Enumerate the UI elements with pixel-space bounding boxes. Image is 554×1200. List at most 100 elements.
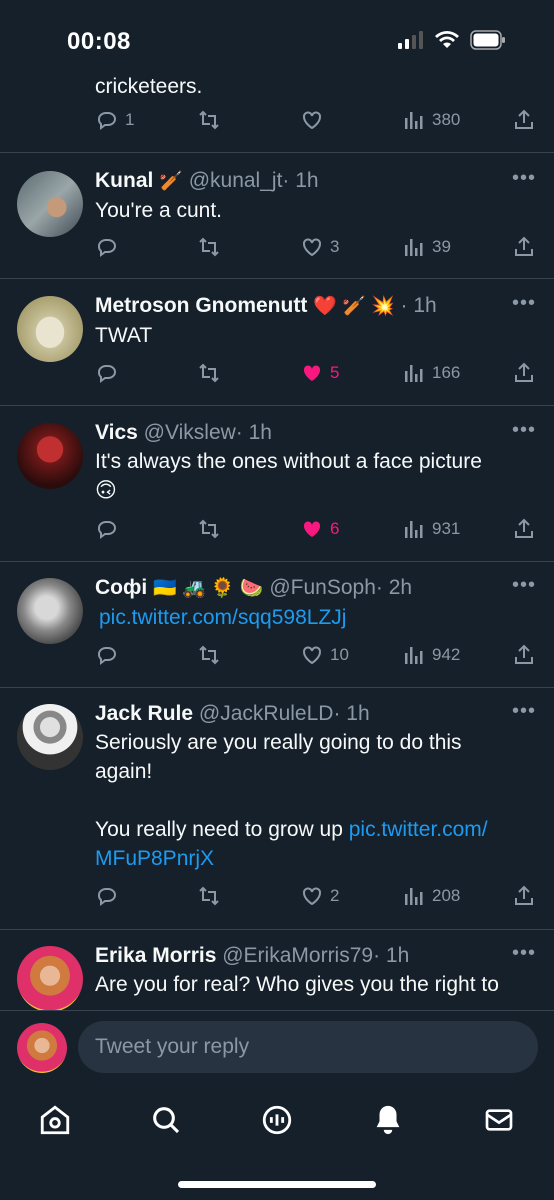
author-name[interactable]: Vics: [95, 421, 138, 444]
heart-filled-icon: [303, 521, 321, 537]
retweet-icon: [199, 886, 219, 906]
reply-button[interactable]: [95, 235, 119, 259]
author-handle[interactable]: @ErikaMorris79: [222, 944, 373, 967]
wifi-icon: [435, 31, 459, 48]
tweet[interactable]: Kunal 🏏 @kunal_jt· 1h You're a cunt. •••…: [0, 153, 554, 279]
tab-home[interactable]: [35, 1100, 75, 1140]
author-name[interactable]: Jack Rule: [95, 702, 193, 725]
tweet[interactable]: Софі 🇺🇦 🚜 🌻 🍉 @FunSoph· 2h pic.twitter.c…: [0, 562, 554, 688]
tweet-header: Vics @Vikslew· 1h: [95, 419, 530, 447]
reply-button[interactable]: [95, 517, 119, 541]
pic-link-continued[interactable]: MFuP8PnrjX: [95, 844, 530, 873]
tweet[interactable]: Vics @Vikslew· 1h It's always the ones w…: [0, 406, 554, 562]
share-button[interactable]: [512, 643, 536, 667]
tab-search[interactable]: [146, 1100, 186, 1140]
tab-spaces[interactable]: [257, 1100, 297, 1140]
retweet-button[interactable]: [197, 884, 221, 908]
tweet[interactable]: Erika Morris @ErikaMorris79· 1h Are you …: [0, 930, 554, 1010]
reply-count: 1: [125, 110, 135, 129]
like-count: 3: [330, 237, 340, 256]
like-button[interactable]: 10: [300, 643, 349, 667]
like-button[interactable]: 5: [300, 361, 339, 385]
views-button[interactable]: 39: [402, 235, 451, 259]
tweet-time: · 1h: [282, 169, 319, 192]
views-button[interactable]: 166: [402, 361, 460, 385]
share-button[interactable]: [512, 361, 536, 385]
reply-button[interactable]: [95, 643, 119, 667]
more-options-icon[interactable]: •••: [512, 574, 536, 597]
views-button[interactable]: 208: [402, 884, 460, 908]
tweet-text: Are you for real? Who gives you the righ…: [95, 973, 499, 996]
retweet-icon: [199, 363, 219, 383]
author-handle[interactable]: @kunal_jt: [189, 169, 283, 192]
tweet-time: · 2h: [375, 576, 413, 599]
avatar[interactable]: [17, 296, 83, 362]
more-options-icon[interactable]: •••: [512, 419, 536, 442]
like-button[interactable]: 2: [300, 884, 339, 908]
tab-bar: [0, 1085, 554, 1200]
tweet-text: You're a cunt.: [95, 199, 222, 222]
author-name[interactable]: Metroson Gnomenutt: [95, 294, 307, 317]
tweet[interactable]: Jack Rule @JackRuleLD· 1h Seriously are …: [0, 688, 554, 930]
share-button[interactable]: [512, 517, 536, 541]
status-time: 00:08: [67, 28, 131, 55]
views-count: 39: [432, 237, 451, 256]
reply-input[interactable]: Tweet your reply: [78, 1021, 538, 1073]
views-button[interactable]: 380: [402, 108, 460, 132]
share-button[interactable]: [512, 235, 536, 259]
user-avatar[interactable]: [17, 1023, 67, 1073]
views-icon: [405, 888, 423, 905]
reply-button[interactable]: 1: [95, 108, 134, 132]
tweet-feed[interactable]: cricketeers. 1 380 Kunal 🏏 @kunal_jt· 1h…: [0, 0, 554, 1010]
more-options-icon[interactable]: •••: [512, 700, 536, 723]
retweet-icon: [199, 110, 219, 130]
share-button[interactable]: [512, 108, 536, 132]
author-emoji: ❤️ 🏏 💥: [313, 296, 395, 317]
reply-icon: [98, 888, 116, 906]
heart-icon: [303, 646, 321, 665]
reply-button[interactable]: [95, 884, 119, 908]
avatar[interactable]: [17, 171, 83, 237]
author-handle[interactable]: @JackRuleLD: [199, 702, 334, 725]
tab-notifications[interactable]: [368, 1100, 408, 1140]
tweet-time: · 1h: [400, 294, 437, 317]
retweet-button[interactable]: [197, 235, 221, 259]
search-icon: [153, 1107, 180, 1134]
like-button[interactable]: 6: [300, 517, 339, 541]
share-icon: [515, 362, 533, 382]
retweet-button[interactable]: [197, 108, 221, 132]
reply-button[interactable]: [95, 361, 119, 385]
like-button[interactable]: 3: [300, 235, 339, 259]
like-button[interactable]: [300, 108, 324, 132]
avatar[interactable]: [17, 704, 83, 770]
heart-icon: [303, 238, 321, 257]
author-name[interactable]: Erika Morris: [95, 944, 216, 967]
views-button[interactable]: 942: [402, 643, 460, 667]
views-button[interactable]: 931: [402, 517, 460, 541]
more-options-icon[interactable]: •••: [512, 942, 536, 965]
author-handle[interactable]: @Vikslew: [144, 421, 236, 444]
home-indicator: [178, 1181, 376, 1188]
pic-link[interactable]: pic.twitter.com/: [349, 818, 488, 841]
retweet-button[interactable]: [197, 517, 221, 541]
tweet-header: Kunal 🏏 @kunal_jt· 1h: [95, 167, 530, 196]
tweet-text-body: It's always the ones without a face pict…: [95, 450, 482, 473]
reply-icon: [98, 365, 116, 383]
retweet-button[interactable]: [197, 643, 221, 667]
share-button[interactable]: [512, 884, 536, 908]
more-options-icon[interactable]: •••: [512, 292, 536, 315]
pic-link[interactable]: pic.twitter.com/sqq598LZJj: [99, 606, 346, 629]
avatar[interactable]: [17, 423, 83, 489]
avatar[interactable]: [17, 946, 83, 1010]
retweet-icon: [199, 237, 219, 257]
author-name[interactable]: Софі: [95, 576, 147, 599]
more-options-icon[interactable]: •••: [512, 167, 536, 190]
author-handle[interactable]: @FunSoph: [269, 576, 376, 599]
avatar[interactable]: [17, 578, 83, 644]
tweet[interactable]: Metroson Gnomenutt ❤️ 🏏 💥 · 1h TWAT ••• …: [0, 279, 554, 406]
author-name[interactable]: Kunal: [95, 169, 153, 192]
share-icon: [515, 109, 533, 129]
tab-messages[interactable]: [479, 1100, 519, 1140]
retweet-button[interactable]: [197, 361, 221, 385]
messages-icon: [485, 1109, 513, 1131]
